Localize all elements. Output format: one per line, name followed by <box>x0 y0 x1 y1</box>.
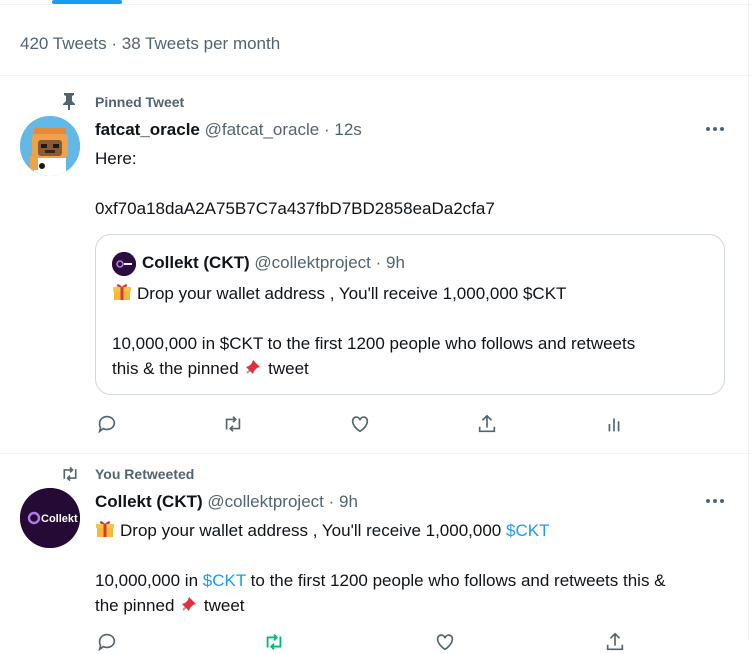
quoted-separator: · <box>375 253 382 272</box>
author-handle[interactable]: @fatcat_oracle <box>205 120 320 139</box>
quoted-header: Collekt (CKT) @collektproject · 9h <box>142 253 405 273</box>
profile-stats: 420 Tweets · 38 Tweets per month <box>20 34 281 53</box>
tweet-text-3a: the pinned <box>95 596 175 615</box>
avatar[interactable]: Collekt <box>20 488 80 548</box>
tweet-text-line-2: 10,000,000 in $CKT to the first 1200 peo… <box>95 568 666 593</box>
share-icon[interactable] <box>603 630 627 654</box>
pushpin-icon <box>182 597 197 611</box>
collekt-logo-icon <box>112 252 136 276</box>
quoted-text-line-3: this & the pinned tweet <box>112 356 309 381</box>
tweet-header: Collekt (CKT) @collektproject · 9h <box>95 492 358 512</box>
wallet-address: 0xf70a18daA2A75B7C7a437fbD7BD2858eaDa2cf… <box>95 199 495 218</box>
collekt-logo-icon: Collekt <box>20 488 80 548</box>
author-name[interactable]: fatcat_oracle <box>95 120 200 139</box>
header-separator: · <box>323 120 330 139</box>
header-separator: · <box>328 492 335 511</box>
like-icon[interactable] <box>348 412 372 436</box>
quoted-text-line: Drop your wallet address , You'll receiv… <box>112 281 566 306</box>
like-icon[interactable] <box>433 630 457 654</box>
quoted-tweet[interactable]: Collekt (CKT) @collektproject · 9h Drop … <box>95 234 725 395</box>
tweet-text-2b: to the first 1200 people who follows and… <box>250 571 666 590</box>
retweeted-label: You Retweeted <box>95 466 195 482</box>
more-options-icon[interactable] <box>704 490 726 512</box>
column-border <box>748 0 749 640</box>
share-icon[interactable] <box>475 412 499 436</box>
stats-divider <box>0 75 751 76</box>
quoted-line-3b: tweet <box>268 359 309 378</box>
tweet-text-line: Here: <box>95 149 137 168</box>
retweet-icon[interactable] <box>221 412 245 436</box>
avatar-wordmark: Collekt <box>41 513 78 525</box>
tweet-text-3b: tweet <box>203 596 245 615</box>
tweet-header: fatcat_oracle @fatcat_oracle · 12s <box>95 120 362 140</box>
tweet-text-line-3: the pinned tweet <box>95 593 245 618</box>
avatar[interactable] <box>20 116 80 176</box>
avatar-image <box>20 116 80 176</box>
tweet-divider <box>0 453 751 454</box>
quoted-author-handle: @collektproject <box>254 253 371 272</box>
reply-icon[interactable] <box>95 412 119 436</box>
quoted-avatar <box>112 252 136 276</box>
quoted-time: 9h <box>386 253 405 272</box>
gift-icon <box>96 521 114 537</box>
quoted-line-1: Drop your wallet address , You'll receiv… <box>137 284 567 303</box>
retweet-icon-active[interactable] <box>262 630 286 654</box>
author-name[interactable]: Collekt (CKT) <box>95 492 203 511</box>
analytics-icon[interactable] <box>602 412 626 436</box>
tweet-text-1a: Drop your wallet address , You'll receiv… <box>120 521 502 540</box>
author-handle[interactable]: @collektproject <box>207 492 323 511</box>
pushpin-icon <box>246 360 261 374</box>
tweet-text-line-1: Drop your wallet address , You'll receiv… <box>95 518 549 543</box>
tweet-time[interactable]: 12s <box>334 120 361 139</box>
gift-icon <box>113 284 131 300</box>
quoted-line-3a: this & the pinned <box>112 359 239 378</box>
pinned-label: Pinned Tweet <box>95 94 185 110</box>
cashtag-link[interactable]: $CKT <box>506 521 549 540</box>
quoted-line-2: 10,000,000 in $CKT to the first 1200 peo… <box>112 334 636 353</box>
pin-icon <box>63 93 75 110</box>
more-options-icon[interactable] <box>704 118 726 140</box>
retweet-context-icon <box>63 466 77 482</box>
quoted-author-name: Collekt (CKT) <box>142 253 250 272</box>
reply-icon[interactable] <box>95 630 119 654</box>
top-divider <box>0 4 751 5</box>
cashtag-link[interactable]: $CKT <box>203 571 246 590</box>
tweet-time[interactable]: 9h <box>339 492 358 511</box>
tweet-text-2a: 10,000,000 in <box>95 571 199 590</box>
